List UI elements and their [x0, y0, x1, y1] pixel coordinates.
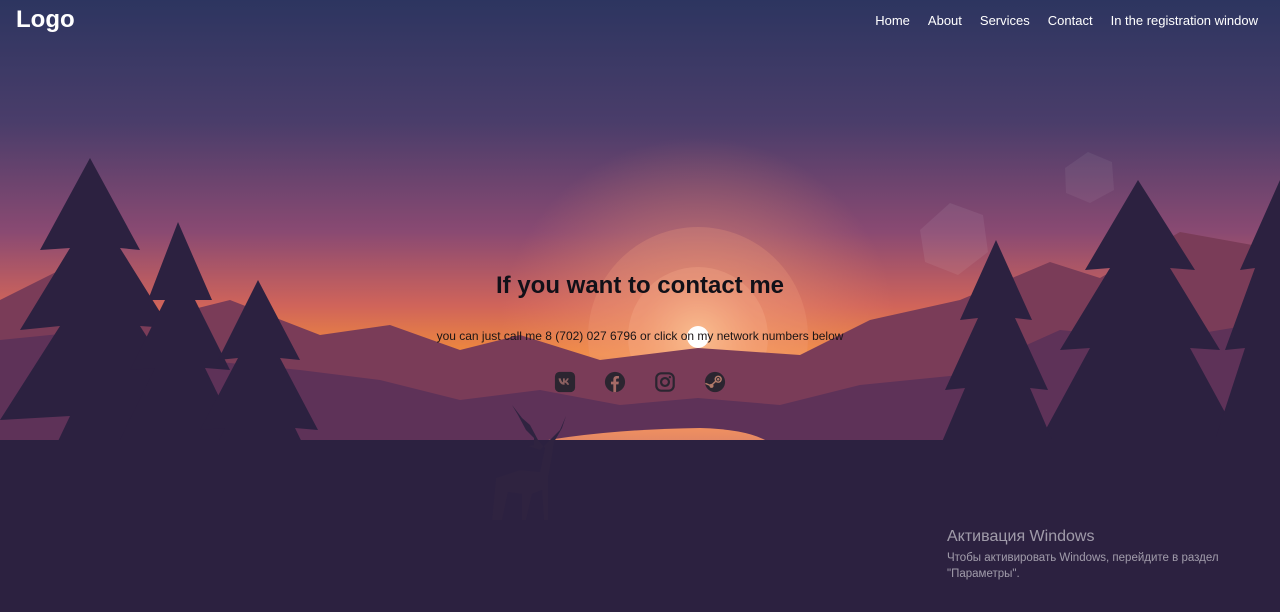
- windows-activation-watermark: Активация Windows Чтобы активировать Win…: [947, 528, 1247, 582]
- navbar: Logo Home About Services Contact In the …: [0, 0, 1280, 44]
- vk-link[interactable]: [554, 371, 576, 393]
- nav-link-contact[interactable]: Contact: [1048, 13, 1093, 28]
- nav-menu: Home About Services Contact In the regis…: [875, 13, 1258, 28]
- activation-text-line2: "Параметры".: [947, 568, 1020, 580]
- activation-text-line1: Чтобы активировать Windows, перейдите в …: [947, 552, 1219, 564]
- steam-icon: [704, 371, 726, 393]
- facebook-link[interactable]: [604, 371, 626, 393]
- activation-text: Чтобы активировать Windows, перейдите в …: [947, 550, 1247, 582]
- nav-link-about[interactable]: About: [928, 13, 962, 28]
- nav-link-registration[interactable]: In the registration window: [1111, 13, 1258, 28]
- facebook-icon: [604, 371, 626, 393]
- logo[interactable]: Logo: [16, 6, 75, 34]
- instagram-icon: [655, 372, 675, 392]
- hero-text: you can just call me 8 (702) 027 6796 or…: [436, 329, 844, 343]
- nav-link-services[interactable]: Services: [980, 13, 1030, 28]
- instagram-link[interactable]: [654, 371, 676, 393]
- vk-icon: [554, 371, 576, 393]
- hero-title: If you want to contact me: [495, 272, 785, 299]
- activation-title: Активация Windows: [947, 528, 1095, 545]
- steam-link[interactable]: [704, 371, 726, 393]
- social-links: [0, 371, 1280, 393]
- background-scene: [0, 0, 1280, 612]
- nav-link-home[interactable]: Home: [875, 13, 910, 28]
